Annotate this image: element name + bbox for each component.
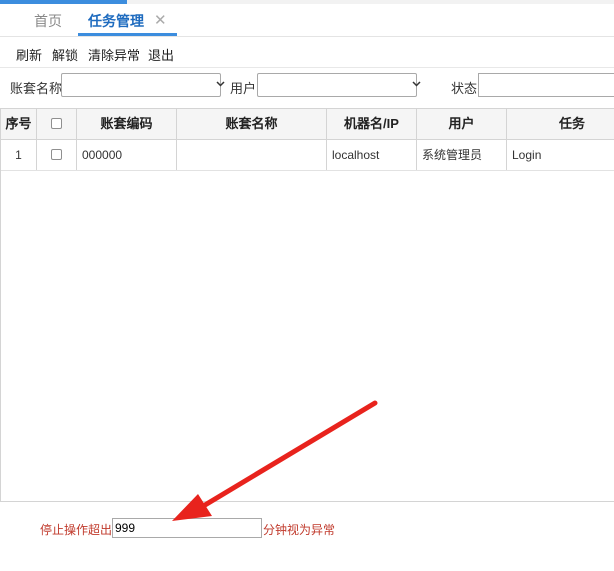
select-all-cell [37, 109, 77, 139]
user-select[interactable] [257, 73, 421, 97]
clear-exception-button[interactable]: 清除异常 [88, 45, 140, 64]
status-input[interactable] [478, 73, 614, 97]
status-label: 状态 [451, 81, 478, 96]
timeout-setting: 停止操作超出 分钟视为异常 [0, 518, 614, 540]
row-index: 1 [1, 140, 37, 170]
column-task[interactable]: 任务 [507, 109, 614, 139]
table-row[interactable]: 1 000000 localhost 系统管理员 Login [1, 140, 614, 171]
timeout-suffix-label: 分钟视为异常 [263, 523, 336, 537]
column-index: 序号 [1, 109, 37, 139]
row-task: Login [512, 148, 542, 162]
unlock-button[interactable]: 解锁 [52, 45, 78, 64]
row-checkbox[interactable] [51, 149, 62, 160]
tab-task-label: 任务管理 [88, 13, 144, 29]
row-user: 系统管理员 [417, 140, 507, 170]
toolbar: 刷新 解锁 清除异常 退出 [0, 37, 614, 68]
table-header: 序号 账套编码 账套名称 机器名/IP 用户 任务 [1, 109, 614, 140]
timeout-prefix-label: 停止操作超出 [40, 523, 113, 537]
task-table: 序号 账套编码 账套名称 机器名/IP 用户 任务 1 000000 local… [0, 108, 614, 502]
tab-bar: 首页 任务管理 ✕ [0, 4, 614, 37]
user-label: 用户 [230, 81, 257, 96]
tab-task-management[interactable]: 任务管理 ✕ [78, 4, 177, 36]
column-user[interactable]: 用户 [417, 109, 507, 139]
account-name-select[interactable] [61, 73, 225, 97]
exit-button[interactable]: 退出 [148, 45, 174, 64]
tab-home[interactable]: 首页 [22, 4, 74, 36]
close-icon[interactable]: ✕ [154, 4, 167, 38]
row-account-name [177, 140, 327, 170]
column-account-name[interactable]: 账套名称 [177, 109, 327, 139]
refresh-button[interactable]: 刷新 [16, 45, 42, 64]
row-machine-ip: localhost [327, 140, 417, 170]
filter-bar: 账套名称 用户 状态 [0, 68, 614, 106]
column-account-code[interactable]: 账套编码 [77, 109, 177, 139]
select-all-checkbox[interactable] [51, 118, 62, 129]
timeout-minutes-input[interactable] [112, 518, 262, 538]
row-select-cell [37, 140, 77, 170]
column-machine-ip[interactable]: 机器名/IP [327, 109, 417, 139]
row-account-code: 000000 [77, 140, 177, 170]
account-name-label: 账套名称 [10, 81, 63, 96]
